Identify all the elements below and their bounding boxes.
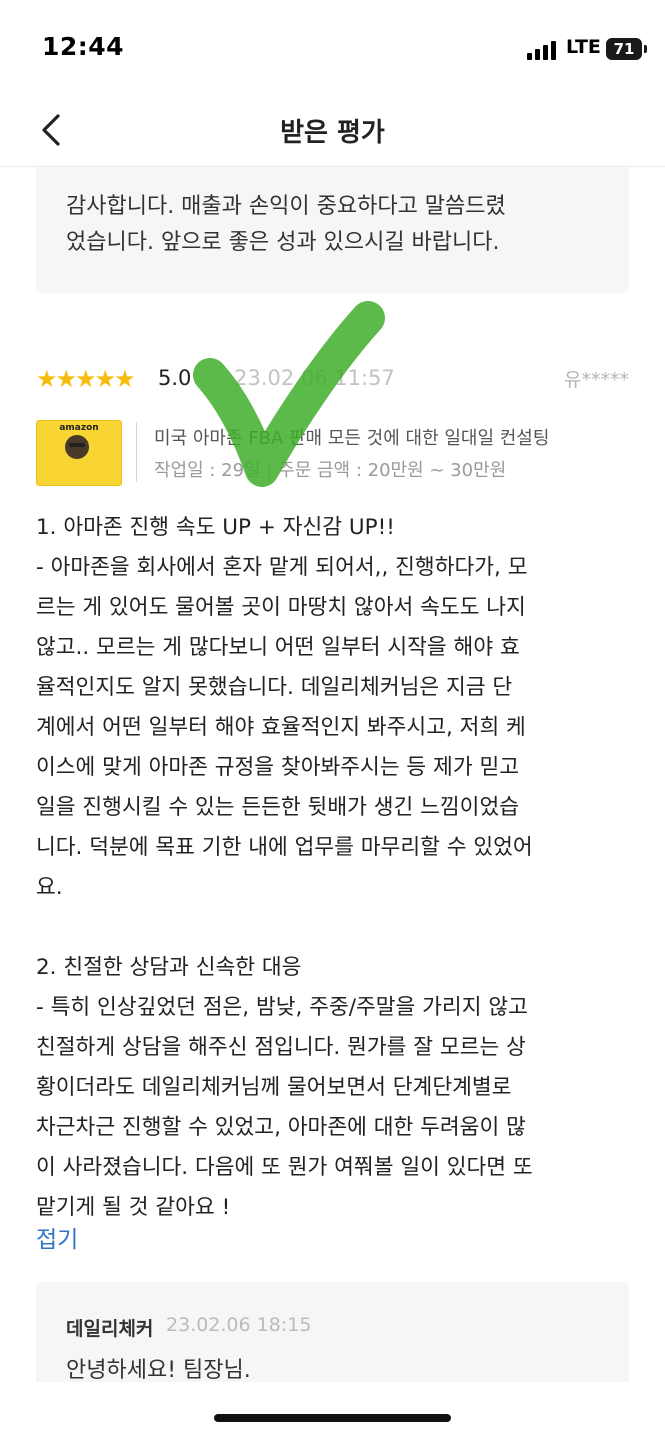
review-line: 이 사라졌습니다. 다음에 또 뭔가 여쭤볼 일이 있다면 또 xyxy=(36,1155,533,1180)
review-line: 르는 게 있어도 물어볼 곳이 마땅치 않아서 속도도 나지 xyxy=(36,595,526,620)
review-line: 율적인지도 알지 못했습니다. 데일리체커님은 지금 단 xyxy=(36,675,513,700)
status-bar: 12:44 LTE 71 xyxy=(0,0,665,100)
avatar xyxy=(65,435,89,459)
review-header: ★★★★★ 5.0 5.0 23.02.06 11:57 유***** xyxy=(36,362,629,396)
review-line: 맡기게 될 것 같아요 ! xyxy=(36,1195,231,1220)
thumbnail-brand: amazon xyxy=(59,423,99,433)
nav-bar: 받은 평가 xyxy=(0,100,665,167)
status-time: 12:44 xyxy=(42,32,125,61)
review-line: 계에서 어떤 일부터 해야 효율적인지 봐주시고, 저희 케 xyxy=(36,715,526,740)
previous-reply-text: 감사합니다. 매출과 손익이 중요하다고 말씀드렸 었습니다. 앞으로 좋은 성… xyxy=(66,189,611,261)
review-date-text: 23.02.06 11:57 xyxy=(234,366,395,390)
divider xyxy=(136,422,137,482)
reply-author: 데일리체커 xyxy=(66,1318,154,1340)
signal-icon xyxy=(527,40,561,60)
battery-tip xyxy=(644,45,647,53)
review-line: - 아마존을 회사에서 혼자 맡게 되어서,, 진행하다가, 모 xyxy=(36,555,528,580)
review-date: 5.0 23.02.06 11:57 xyxy=(194,366,395,390)
product-title[interactable]: 미국 아마존 FBA 판매 모든 것에 대한 일대일 컨설팅 xyxy=(154,424,549,450)
review-line: 이스에 맞게 아마존 규정을 찾아봐주시는 등 제가 믿고 xyxy=(36,755,520,780)
reply-date: 23.02.06 18:15 xyxy=(166,1314,312,1336)
review-line: 친절하게 상담을 해주신 점입니다. 뭔가를 잘 모르는 상 xyxy=(36,1035,526,1060)
review-line: 니다. 덕분에 목표 기한 내에 업무를 마무리할 수 있었어 xyxy=(36,835,533,860)
page-title: 받은 평가 xyxy=(280,118,385,148)
review-line: 않고.. 모르는 게 많다보니 어떤 일부터 시작을 해야 효 xyxy=(36,635,520,660)
review-line xyxy=(36,908,636,948)
reply-text: 안녕하세요! 팀장님. xyxy=(66,1358,251,1382)
reviewer-name: 유***** xyxy=(564,369,629,391)
battery-icon: 71 xyxy=(606,38,642,60)
review-line: - 특히 인상깊었던 점은, 밤낮, 주중/주말을 가리지 않고 xyxy=(36,995,528,1020)
home-indicator xyxy=(214,1414,451,1422)
network-type: LTE xyxy=(566,36,601,58)
product-meta: 작업일 : 29일 | 주문 금액 : 20만원 ~ 30만원 xyxy=(154,460,507,481)
previous-reply-line: 감사합니다. 매출과 손익이 중요하다고 말씀드렸 xyxy=(66,194,506,219)
review-line: 요. xyxy=(36,875,63,900)
seller-reply-box: 데일리체커 23.02.06 18:15 안녕하세요! 팀장님. xyxy=(36,1282,629,1382)
review-line: 차근차근 진행할 수 있었고, 아마존에 대한 두려움이 많 xyxy=(36,1115,526,1140)
product-card[interactable]: amazon 미국 아마존 FBA 판매 모든 것에 대한 일대일 컨설팅 작업… xyxy=(36,420,629,488)
review-line: 일을 진행시킬 수 있는 든든한 뒷배가 생긴 느낌이었습 xyxy=(36,795,520,820)
review-line: 1. 아마존 진행 속도 UP + 자신감 UP!! xyxy=(36,515,395,540)
rating-stars: ★★★★★ xyxy=(36,365,136,393)
review-line: 2. 친절한 상담과 신속한 대응 xyxy=(36,955,302,980)
product-thumbnail[interactable]: amazon xyxy=(36,420,122,486)
previous-reply-box: 감사합니다. 매출과 손익이 중요하다고 말씀드렸 었습니다. 앞으로 좋은 성… xyxy=(36,167,629,293)
collapse-link[interactable]: 접기 xyxy=(36,1220,78,1254)
review-body: 1. 아마존 진행 속도 UP + 자신감 UP!! - 아마존을 회사에서 혼자… xyxy=(36,508,636,1228)
rating-score: 5.0 xyxy=(158,366,192,390)
previous-reply-line: 었습니다. 앞으로 좋은 성과 있으시길 바랍니다. xyxy=(66,230,500,255)
review-line: 황이더라도 데일리체커님께 물어보면서 단계단계별로 xyxy=(36,1075,512,1100)
